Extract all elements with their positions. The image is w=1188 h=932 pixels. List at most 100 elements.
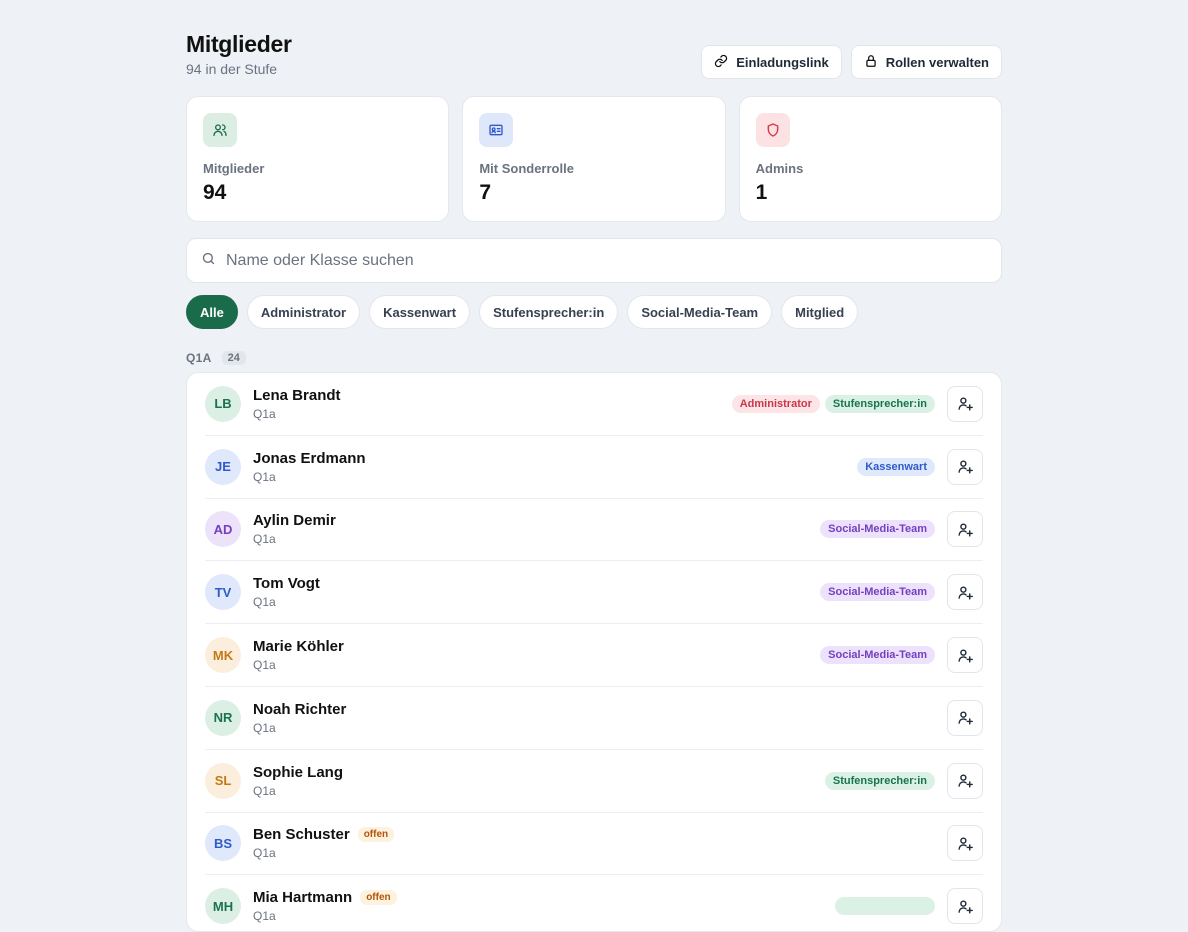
avatar: NR [205,699,241,736]
member-name: Sophie Lang [253,763,343,781]
status-badge: offen [360,890,397,906]
shield-icon [755,113,790,147]
role-badge: Administrator [731,394,820,413]
assign-role-button[interactable] [947,825,983,862]
manage-roles-label: Rollen verwalten [885,54,989,70]
avatar: BS [205,825,241,862]
users-icon [203,113,237,147]
page-header: Mitglieder 94 in der Stufe Einladungslin… [186,30,1002,88]
member-name-line: Lena Brandt [253,387,341,404]
filter-chip[interactable]: Kassenwart [369,295,471,329]
member-name-line: Tom Vogt [253,575,320,592]
role-badge: Social-Media-Team [820,520,935,539]
member-name: Marie Köhler [253,638,344,656]
role-badge: Kassenwart [857,457,935,476]
member-name-line: Noah Richter [253,701,346,718]
assign-role-button[interactable] [947,762,983,799]
user-plus-icon [957,458,974,475]
lock-icon [864,54,878,71]
stat-card: Admins 1 [738,96,1002,222]
member-name-line: Sophie Lang [253,764,343,781]
member-class: Q1a [253,720,276,735]
member-class: Q1a [253,595,276,610]
member-info: Sophie Lang Q1a [253,764,343,798]
search-input[interactable] [226,251,926,270]
search-icon [201,251,216,271]
stat-value: 94 [203,181,227,204]
stat-label: Mit Sonderrolle [479,161,574,176]
filter-chip[interactable]: Social-Media-Team [627,295,773,329]
member-class: Q1a [253,406,276,421]
stat-card: Mit Sonderrolle 7 [462,96,726,222]
member-name: Noah Richter [253,700,347,718]
member-class: Q1a [253,532,276,547]
role-badges: Administrator Stufensprecher:in [731,394,935,413]
member-row: NR Noah Richter Q1a [205,687,983,750]
member-info: Mia Hartmann offen Q1a [253,889,397,923]
group-header: Q1A 24 [186,351,1002,365]
member-info: Ben Schuster offen Q1a [253,826,395,860]
avatar: AD [205,511,241,548]
assign-role-button[interactable] [947,448,983,485]
member-info: Marie Köhler Q1a [253,638,344,672]
member-info: Aylin Demir Q1a [253,512,336,546]
member-name: Ben Schuster [253,826,350,844]
member-class: Q1a [253,469,276,484]
user-plus-icon [957,835,974,852]
role-filter-chips: Alle Administrator Kassenwart Stufenspreche… [186,295,1002,329]
invite-link-button[interactable]: Einladungslink [701,45,842,79]
group-name: Q1A [186,351,212,365]
stat-value: 7 [479,181,492,204]
assign-role-button[interactable] [947,699,983,736]
role-badge: Social-Media-Team [820,646,935,665]
user-plus-icon [957,898,974,915]
stat-card: Mitglieder 94 [186,96,450,222]
id-card-icon [479,113,514,147]
link-icon [714,54,728,71]
user-plus-icon [957,521,974,538]
member-name-line: Marie Köhler [253,638,344,655]
avatar: MH [205,888,241,925]
member-name-line: Ben Schuster offen [253,826,395,844]
stats-row: Mitglieder 94 Mit Sonderrolle 7 Admins 1 [186,96,1002,222]
assign-role-button[interactable] [947,511,983,548]
member-row: JE Jonas Erdmann Q1a Kassenwart [205,436,983,499]
filter-chip[interactable]: Alle [186,295,238,329]
user-plus-icon [957,772,974,789]
member-name: Lena Brandt [253,386,341,404]
member-class: Q1a [253,783,276,798]
role-badge: Stufensprecher:in [824,394,935,413]
invite-link-label: Einladungslink [736,54,829,70]
assign-role-button[interactable] [947,574,983,611]
member-row: LB Lena Brandt Q1a Administrator Stufensprec… [205,373,983,436]
search-box[interactable] [186,238,1002,283]
role-badges: Social-Media-Team [820,646,935,665]
avatar: TV [205,574,241,611]
member-name-line: Aylin Demir [253,512,336,529]
header-actions: Einladungslink Rollen verwalten [701,45,1002,79]
user-plus-icon [957,395,974,412]
role-badge: Stufensprecher:in [824,771,935,790]
member-name: Aylin Demir [253,512,336,530]
group-count: 24 [221,351,246,365]
filter-chip[interactable]: Stufensprecher:in [479,295,619,329]
member-info: Noah Richter Q1a [253,701,346,735]
member-name-line: Jonas Erdmann [253,450,366,467]
member-class: Q1a [253,909,276,924]
avatar: JE [205,448,241,485]
assign-role-button[interactable] [947,385,983,422]
avatar: LB [205,385,241,422]
member-name-line: Mia Hartmann offen [253,889,397,906]
stat-label: Mitglieder [203,161,265,176]
assign-role-button[interactable] [947,637,983,674]
member-row: MK Marie Köhler Q1a Social-Media-Team [205,624,983,687]
member-name: Tom Vogt [253,575,320,593]
filter-chip[interactable]: Administrator [246,295,361,329]
member-name: Jonas Erdmann [253,449,366,467]
role-badges: Stufensprecher:in [824,771,935,790]
member-list: LB Lena Brandt Q1a Administrator Stufensprec… [186,372,1002,932]
filter-chip[interactable]: Mitglied [781,295,859,329]
assign-role-button[interactable] [947,888,983,925]
manage-roles-button[interactable]: Rollen verwalten [850,45,1002,79]
role-badges: Kassenwart [857,457,935,476]
